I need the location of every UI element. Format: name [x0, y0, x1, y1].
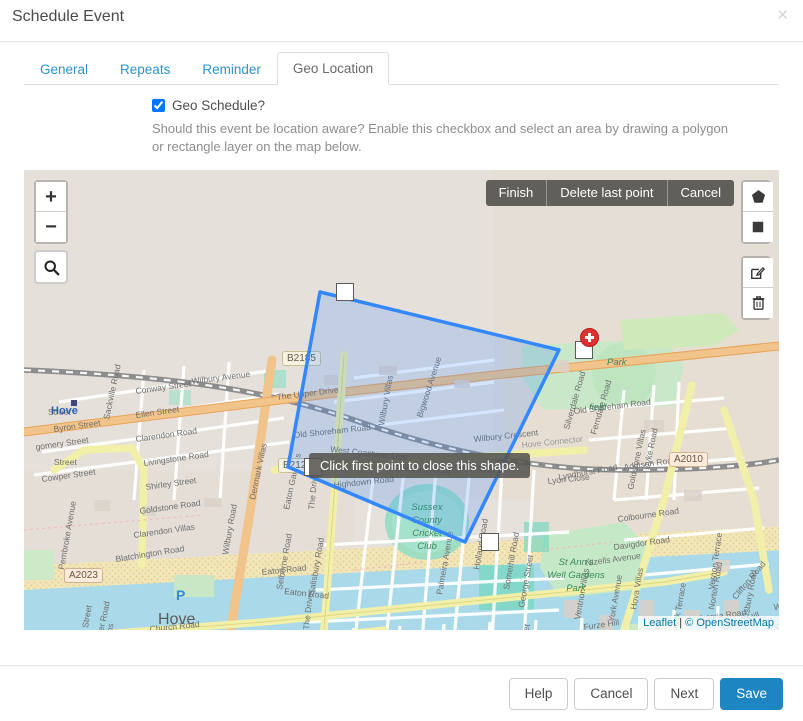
map-zoom-controls: + −	[34, 180, 68, 244]
cancel-drawing-button[interactable]: Cancel	[668, 180, 734, 206]
svg-text:Sussex: Sussex	[411, 502, 443, 513]
leaflet-link[interactable]: Leaflet	[643, 617, 676, 629]
geo-schedule-helper-text: Should this event be location aware? Ena…	[152, 120, 742, 156]
map-attribution: Leaflet | © OpenStreetMap	[638, 616, 779, 630]
road-shield: A2023	[64, 568, 103, 583]
svg-text:Cricket: Cricket	[412, 528, 442, 539]
pentagon-icon	[751, 189, 766, 204]
svg-text:Hove: Hove	[51, 405, 78, 417]
search-icon	[43, 259, 60, 276]
save-button[interactable]: Save	[720, 678, 783, 710]
delete-last-point-button[interactable]: Delete last point	[547, 180, 667, 206]
tab-bar: General Repeats Reminder Geo Location	[0, 42, 803, 84]
page-title: Schedule Event	[12, 8, 124, 26]
draw-action-toolbar: Finish Delete last point Cancel	[486, 180, 734, 206]
svg-text:P: P	[176, 587, 185, 603]
svg-text:County: County	[412, 515, 443, 526]
trash-icon	[751, 295, 766, 311]
geo-schedule-row: Geo Schedule?	[152, 98, 779, 113]
geo-schedule-checkbox[interactable]	[152, 99, 165, 112]
road-shield: A2010	[669, 452, 708, 467]
openstreetmap-link[interactable]: © OpenStreetMap	[685, 617, 774, 629]
draw-tools	[741, 180, 771, 332]
svg-text:Well Gardens: Well Gardens	[547, 570, 605, 581]
polygon-vertex-handle[interactable]	[481, 533, 499, 551]
svg-text:West: West	[773, 600, 779, 612]
cancel-button[interactable]: Cancel	[574, 678, 648, 710]
next-button[interactable]: Next	[654, 678, 714, 710]
finish-drawing-button[interactable]: Finish	[486, 180, 548, 206]
attribution-separator: |	[676, 617, 685, 629]
map-container[interactable]: Conway Street Ellen Street Clarendon Roa…	[24, 170, 779, 630]
polygon-vertex-handle[interactable]	[336, 283, 354, 301]
geo-schedule-label: Geo Schedule?	[172, 98, 265, 113]
draw-polygon-tool[interactable]	[743, 182, 773, 212]
road-shield: B2185	[282, 351, 321, 366]
svg-text:Park: Park	[566, 583, 587, 594]
zoom-in-button[interactable]: +	[36, 182, 66, 212]
svg-text:Club: Club	[417, 541, 437, 552]
zoom-out-button[interactable]: −	[36, 212, 66, 242]
svg-text:Street: Street	[54, 457, 77, 467]
draw-hint-tooltip: Click first point to close this shape.	[309, 453, 530, 478]
tab-geo-location[interactable]: Geo Location	[277, 52, 389, 85]
edit-layers-tool[interactable]	[743, 258, 773, 288]
close-icon[interactable]: ✕	[774, 6, 791, 25]
tab-repeats[interactable]: Repeats	[104, 53, 186, 85]
tab-reminder[interactable]: Reminder	[186, 53, 277, 85]
svg-text:Park: Park	[607, 357, 628, 368]
svg-text:field: field	[589, 402, 607, 413]
pencil-square-icon	[750, 265, 766, 281]
dialog-footer: Help Cancel Next Save	[0, 665, 803, 721]
square-icon	[751, 220, 765, 234]
add-point-cursor-icon	[580, 328, 599, 347]
svg-text:Hove: Hove	[158, 611, 195, 628]
delete-layers-tool[interactable]	[743, 288, 773, 318]
tab-general[interactable]: General	[24, 53, 104, 85]
svg-text:St Ann's: St Ann's	[559, 557, 594, 568]
map-tiles[interactable]: Conway Street Ellen Street Clarendon Roa…	[24, 170, 779, 630]
help-button[interactable]: Help	[509, 678, 569, 710]
map-search-button[interactable]	[34, 250, 68, 284]
draw-rectangle-tool[interactable]	[743, 212, 773, 242]
tab-panel-geo-location: Geo Schedule? Should this event be locat…	[0, 84, 803, 156]
dialog-header: Schedule Event ✕	[0, 0, 803, 42]
